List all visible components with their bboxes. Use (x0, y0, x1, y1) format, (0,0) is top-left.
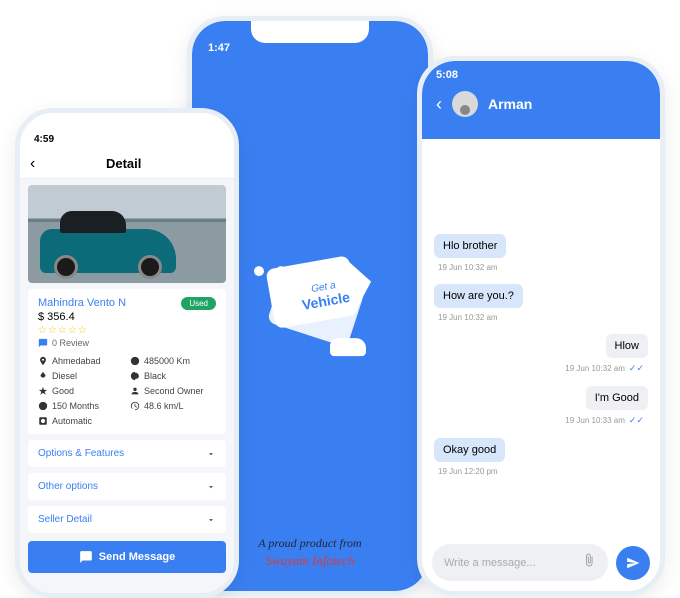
spec-color: Black (130, 371, 216, 381)
chevron-down-icon (206, 482, 216, 492)
send-button[interactable] (616, 546, 650, 580)
spec-condition: Good (38, 386, 124, 396)
vehicle-price: $ 356.4 (38, 311, 216, 323)
msg-timestamp: 19 Jun 10:32 am✓✓ (565, 363, 648, 374)
back-icon[interactable]: ‹ (436, 94, 442, 115)
page-title: Detail (35, 156, 212, 171)
chat-contact-name: Arman (488, 96, 532, 112)
chat-icon (79, 550, 93, 564)
message-placeholder: Write a message... (444, 557, 582, 569)
msg-incoming: Okay good (434, 438, 505, 462)
attach-icon[interactable] (582, 553, 596, 572)
spec-fuel: Diesel (38, 371, 124, 381)
accordion-seller-detail[interactable]: Seller Detail (28, 506, 226, 533)
avatar[interactable] (452, 91, 478, 117)
spec-owner: Second Owner (130, 386, 216, 396)
phone-chat: 5:08 ‹ Arman Hlo brother 19 Jun 10:32 am… (417, 56, 665, 596)
msg-outgoing: Hlow (606, 334, 648, 358)
msg-timestamp: 19 Jun 10:33 am✓✓ (565, 415, 648, 426)
message-input[interactable]: Write a message... (432, 544, 608, 581)
msg-timestamp: 19 Jun 10:32 am (434, 313, 498, 322)
send-icon (626, 556, 640, 570)
vehicle-card: Used Mahindra Vento N $ 356.4 ☆☆☆☆☆ 0 Re… (28, 289, 226, 434)
chevron-down-icon (206, 515, 216, 525)
spec-location: Ahmedabad (38, 356, 124, 366)
msg-incoming: Hlo brother (434, 234, 506, 258)
motorcycle-icon (254, 256, 286, 276)
rating-stars[interactable]: ☆☆☆☆☆ (38, 325, 216, 336)
chevron-down-icon (206, 449, 216, 459)
status-time: 1:47 (208, 42, 412, 54)
splash-logo: Get a Vehicle (256, 252, 364, 350)
car-icon (330, 338, 366, 356)
phone-detail: 4:59 ‹ Detail Used Mahindra Vento N $ 35… (15, 108, 239, 598)
msg-timestamp: 19 Jun 10:32 am (434, 263, 498, 272)
review-link[interactable]: 0 Review (38, 338, 89, 348)
spec-km: 485000 Km (130, 356, 216, 366)
vehicle-image[interactable] (28, 185, 226, 283)
accordion-options-features[interactable]: Options & Features (28, 440, 226, 467)
msg-timestamp: 19 Jun 12:20 pm (434, 467, 498, 476)
accordion-other-options[interactable]: Other options (28, 473, 226, 500)
read-check-icon: ✓✓ (629, 415, 644, 426)
send-message-button[interactable]: Send Message (28, 541, 226, 573)
status-time: 4:59 (34, 134, 220, 145)
used-badge: Used (181, 297, 216, 310)
msg-incoming: How are you.? (434, 284, 523, 308)
chat-thread[interactable]: Hlo brother 19 Jun 10:32 am How are you.… (422, 139, 660, 494)
spec-months: 150 Months (38, 401, 124, 411)
spec-transmission: Automatic (38, 416, 124, 426)
read-check-icon: ✓✓ (629, 363, 644, 374)
msg-outgoing: I'm Good (586, 386, 648, 410)
spec-mileage: 48.6 km/L (130, 401, 216, 411)
